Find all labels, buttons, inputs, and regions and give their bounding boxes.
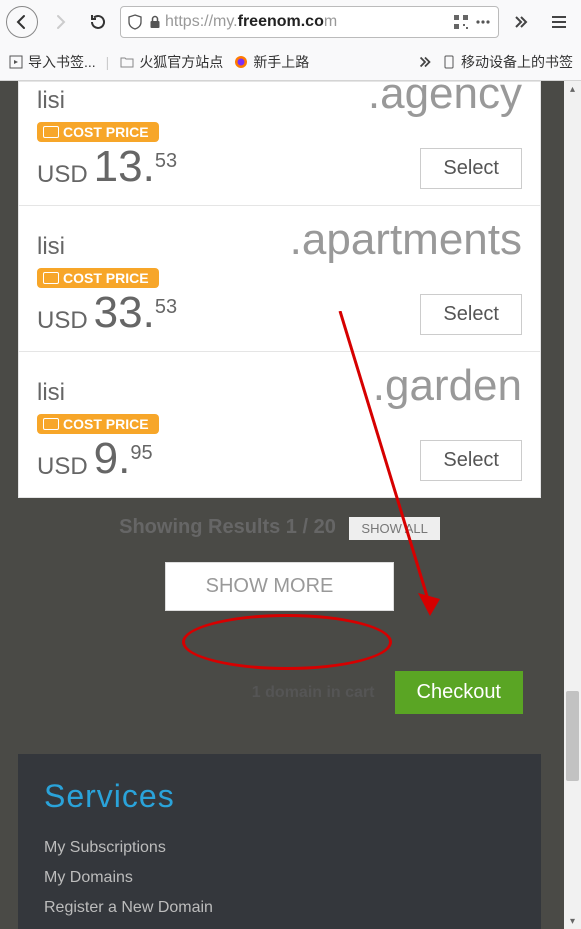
domain-row: lisi .apartments COST PRICE USD 33. 53 S… xyxy=(19,205,540,351)
lock-icon xyxy=(145,15,165,29)
domain-name: lisi xyxy=(37,233,65,261)
scroll-thumb[interactable] xyxy=(566,691,579,781)
domain-ext: .garden xyxy=(373,364,522,408)
domain-ext: .agency xyxy=(368,72,522,116)
url-text: https://my.freenom.com xyxy=(165,13,450,31)
cost-badge: COST PRICE xyxy=(37,268,159,288)
footer-heading: Services xyxy=(44,778,515,815)
firefox-icon xyxy=(233,54,249,70)
results-summary: Showing Results 1 / 20 SHOW ALL xyxy=(18,498,541,548)
tag-icon xyxy=(43,272,59,284)
select-button[interactable]: Select xyxy=(420,294,522,335)
bookmark-newbie[interactable]: 新手上路 xyxy=(233,52,309,72)
domain-name: lisi xyxy=(37,87,65,115)
footer-link[interactable]: My Domains xyxy=(44,863,515,893)
select-button[interactable]: Select xyxy=(420,148,522,189)
price-whole: 13. xyxy=(94,145,155,189)
checkout-button[interactable]: Checkout xyxy=(395,671,524,714)
bookmark-official[interactable]: 火狐官方站点 xyxy=(119,52,223,72)
forward-button xyxy=(44,6,76,38)
footer-link[interactable]: Freenom World xyxy=(44,923,515,929)
footer-link[interactable]: Register a New Domain xyxy=(44,893,515,923)
address-bar[interactable]: https://my.freenom.com xyxy=(120,6,499,38)
cost-badge: COST PRICE xyxy=(37,122,159,142)
select-button[interactable]: Select xyxy=(420,440,522,481)
scroll-down-icon[interactable]: ▾ xyxy=(564,913,581,929)
bookmark-import[interactable]: 导入书签... xyxy=(8,52,96,72)
back-button[interactable] xyxy=(6,6,38,38)
qr-icon[interactable] xyxy=(450,14,472,30)
domain-name: lisi xyxy=(37,379,65,407)
footer: Services My Subscriptions My Domains Reg… xyxy=(18,754,541,929)
domain-ext: .apartments xyxy=(290,218,522,262)
show-all-button[interactable]: SHOW ALL xyxy=(349,517,439,540)
tag-icon xyxy=(43,418,59,430)
currency: USD xyxy=(37,453,88,481)
price-whole: 33. xyxy=(94,291,155,335)
price-cents: 53 xyxy=(155,150,177,173)
price-whole: 9. xyxy=(94,437,131,481)
shield-icon xyxy=(125,14,145,30)
scrollbar-vertical[interactable]: ▴ ▾ xyxy=(564,81,581,929)
toolbar: https://my.freenom.com xyxy=(0,0,581,44)
footer-link[interactable]: My Subscriptions xyxy=(44,833,515,863)
viewport: ▴ ▾ lisi .agency COST PRICE USD 13. 53 S… xyxy=(0,81,581,929)
currency: USD xyxy=(37,161,88,189)
domain-results: lisi .agency COST PRICE USD 13. 53 Selec… xyxy=(18,81,541,498)
cost-badge: COST PRICE xyxy=(37,414,159,434)
scroll-up-icon[interactable]: ▴ xyxy=(564,81,581,98)
show-more-button[interactable]: SHOW MORE xyxy=(165,562,395,611)
price-cents: 95 xyxy=(130,442,152,465)
cart-count: 1 domain in cart xyxy=(252,684,375,702)
domain-row: lisi .garden COST PRICE USD 9. 95 Select xyxy=(19,351,540,497)
mobile-icon xyxy=(441,54,457,70)
tag-icon xyxy=(43,126,59,138)
currency: USD xyxy=(37,307,88,335)
menu-button[interactable] xyxy=(543,6,575,38)
folder-icon xyxy=(119,54,135,70)
price-cents: 53 xyxy=(155,296,177,319)
domain-row: lisi .agency COST PRICE USD 13. 53 Selec… xyxy=(19,72,540,205)
import-icon xyxy=(8,54,24,70)
reload-button[interactable] xyxy=(82,6,114,38)
page-actions-icon[interactable] xyxy=(472,14,494,30)
overflow-button[interactable] xyxy=(505,6,537,38)
